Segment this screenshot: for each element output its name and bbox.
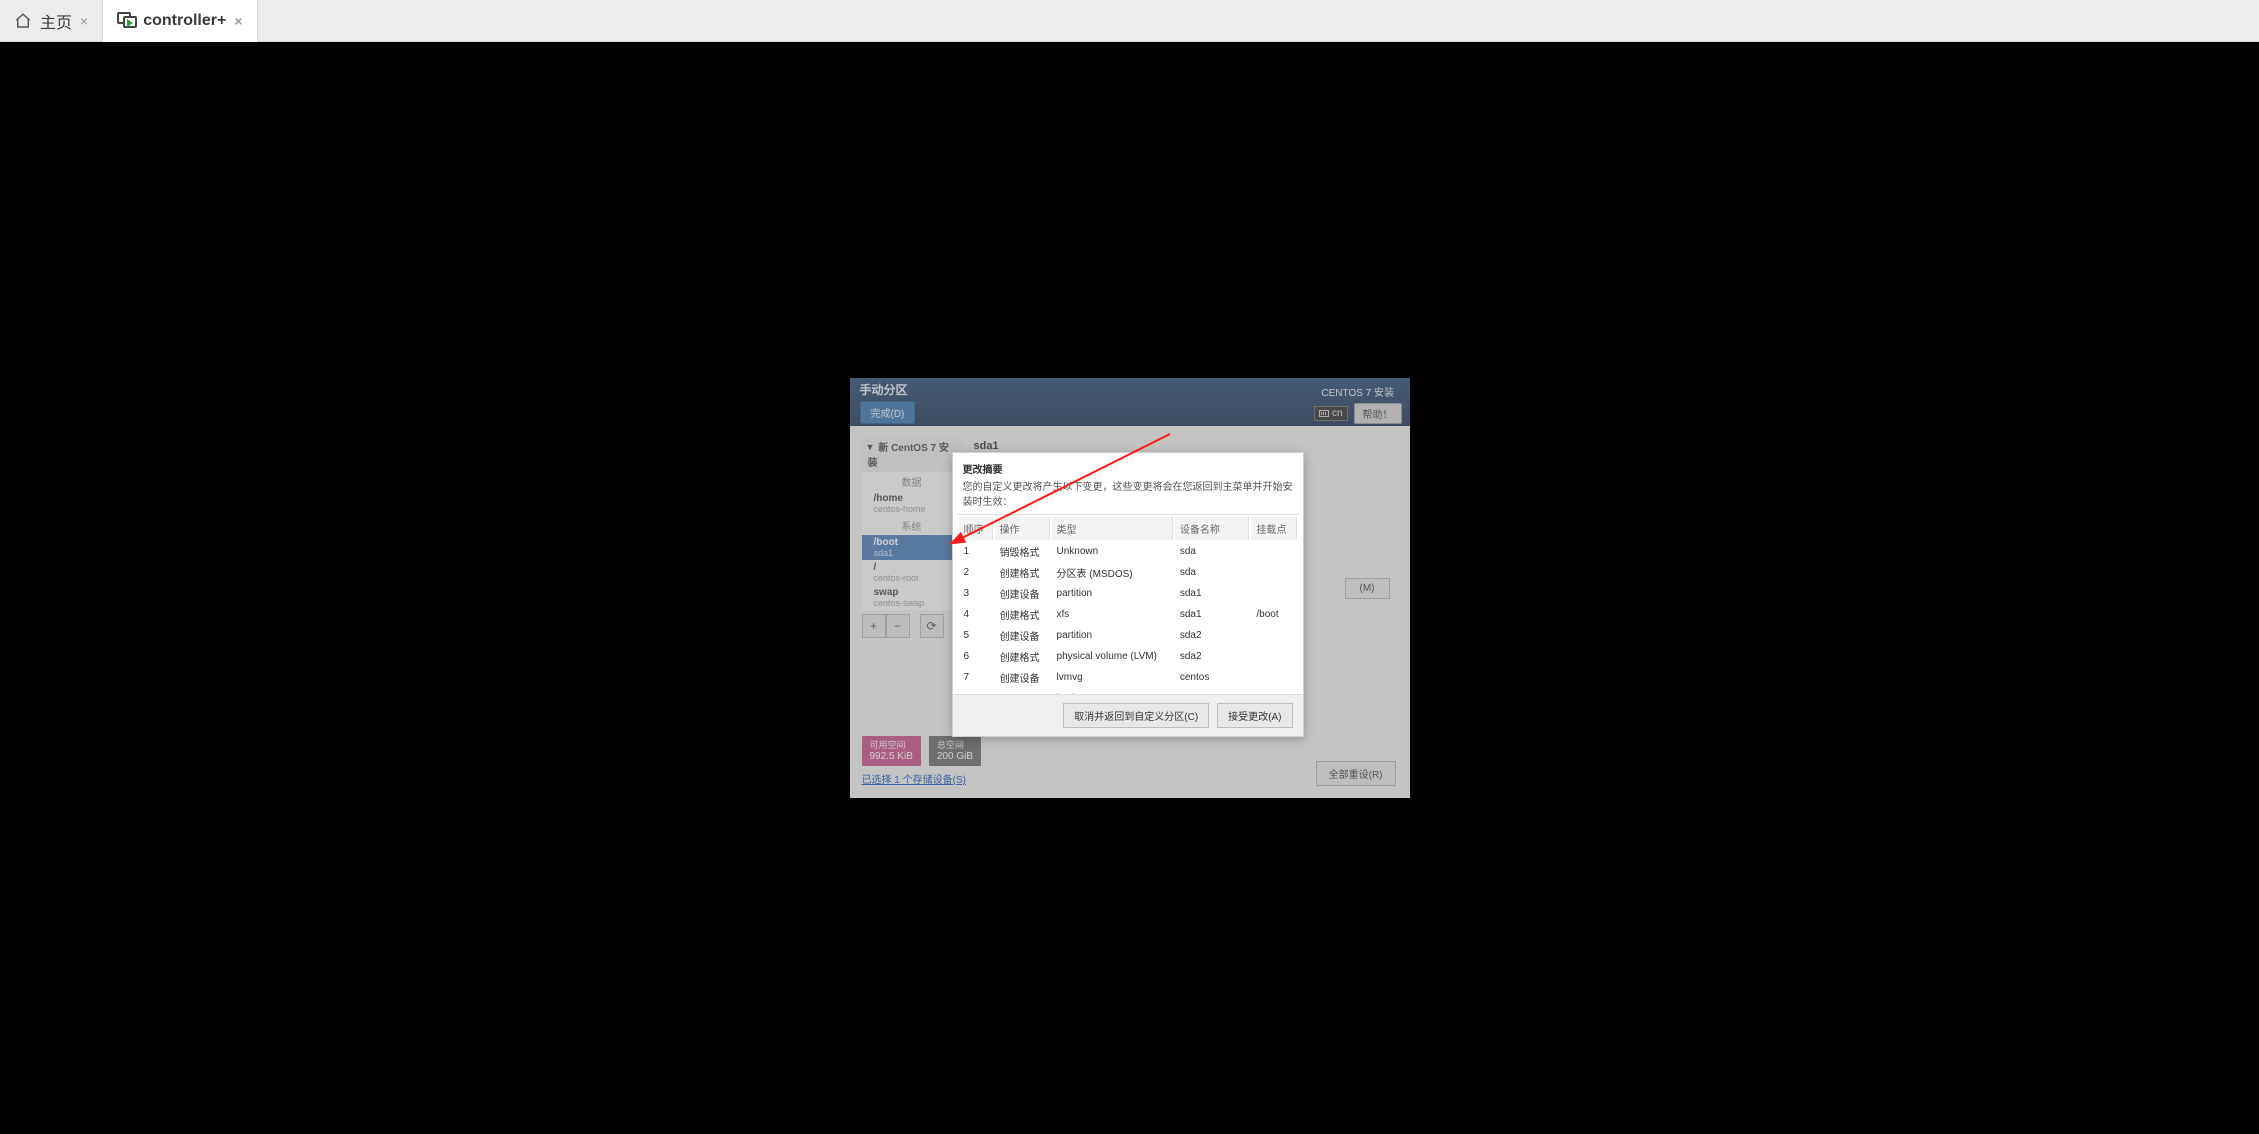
modal-subtitle: 您的自定义更改将产生以下变更，这些变更将会在您返回到主菜单并开始安装时生效： [953, 478, 1303, 514]
changes-summary-modal: 更改摘要 您的自定义更改将产生以下变更，这些变更将会在您返回到主菜单并开始安装时… [952, 452, 1304, 737]
cell-order: 5 [959, 626, 993, 645]
cell-device: sda1 [1175, 605, 1250, 624]
cell-type: physical volume (LVM) [1052, 647, 1173, 666]
cell-device: sda1 [1175, 584, 1250, 603]
cell-op: 创建设备 [995, 668, 1050, 687]
cell-type: partition [1052, 584, 1173, 603]
col-order[interactable]: 顺序 [959, 517, 993, 540]
cell-order: 2 [959, 563, 993, 582]
cell-order: 1 [959, 542, 993, 561]
cell-mount: /boot [1251, 605, 1296, 624]
cell-order: 6 [959, 647, 993, 666]
vm-screen: 手动分区 完成(D) CENTOS 7 安装 cn 帮助！ [850, 378, 1410, 798]
table-row[interactable]: 1销毁格式Unknownsda [959, 542, 1297, 561]
table-row[interactable]: 5创建设备partitionsda2 [959, 626, 1297, 645]
cancel-button[interactable]: 取消并返回到自定义分区(C) [1063, 703, 1209, 728]
tab-controller-label: controller+ [143, 12, 226, 30]
cell-op: 创建设备 [995, 626, 1050, 645]
modal-table-scroll[interactable]: 顺序 操作 类型 设备名称 挂载点 1销毁格式Unknownsda2创建格式分区… [953, 514, 1303, 694]
accept-button[interactable]: 接受更改(A) [1217, 703, 1292, 728]
cell-type: partition [1052, 626, 1173, 645]
vm-icon [117, 12, 135, 30]
browser-tabbar: 主页 × controller+ × [0, 0, 2259, 42]
table-row[interactable]: 2创建格式分区表 (MSDOS)sda [959, 563, 1297, 582]
cell-device: sda2 [1175, 626, 1250, 645]
cell-order: 4 [959, 605, 993, 624]
cell-type: Unknown [1052, 542, 1173, 561]
cell-op: 创建格式 [995, 647, 1050, 666]
cell-type: lvmvg [1052, 668, 1173, 687]
cell-op: 创建格式 [995, 563, 1050, 582]
col-mount[interactable]: 挂载点 [1251, 517, 1296, 540]
col-op[interactable]: 操作 [995, 517, 1050, 540]
cell-order: 3 [959, 584, 993, 603]
tab-home-label: 主页 [40, 9, 72, 33]
cell-mount [1251, 584, 1296, 603]
close-icon[interactable]: × [234, 13, 242, 29]
cell-mount [1251, 647, 1296, 666]
tab-home[interactable]: 主页 × [0, 0, 103, 42]
table-row[interactable]: 3创建设备partitionsda1 [959, 584, 1297, 603]
modal-title: 更改摘要 [953, 453, 1303, 478]
cell-device: sda2 [1175, 647, 1250, 666]
cell-order: 7 [959, 668, 993, 687]
table-row[interactable]: 4创建格式xfssda1/boot [959, 605, 1297, 624]
table-row[interactable]: 6创建格式physical volume (LVM)sda2 [959, 647, 1297, 666]
cell-device: sda [1175, 542, 1250, 561]
modal-actions: 取消并返回到自定义分区(C) 接受更改(A) [953, 694, 1303, 736]
changes-table: 顺序 操作 类型 设备名称 挂载点 1销毁格式Unknownsda2创建格式分区… [957, 514, 1299, 694]
cell-mount [1251, 542, 1296, 561]
cell-op: 创建格式 [995, 605, 1050, 624]
cell-device: sda [1175, 563, 1250, 582]
close-icon[interactable]: × [80, 13, 88, 29]
cell-device: centos [1175, 668, 1250, 687]
table-row[interactable]: 7创建设备lvmvgcentos [959, 668, 1297, 687]
cell-op: 创建设备 [995, 584, 1050, 603]
cell-op: 销毁格式 [995, 542, 1050, 561]
cell-mount [1251, 626, 1296, 645]
cell-type: xfs [1052, 605, 1173, 624]
home-icon [14, 12, 32, 30]
cell-type: 分区表 (MSDOS) [1052, 563, 1173, 582]
tab-controller[interactable]: controller+ × [103, 0, 257, 42]
col-type[interactable]: 类型 [1052, 517, 1173, 540]
cell-mount [1251, 563, 1296, 582]
vm-viewport: 手动分区 完成(D) CENTOS 7 安装 cn 帮助！ [0, 42, 2259, 1134]
cell-mount [1251, 668, 1296, 687]
col-device[interactable]: 设备名称 [1175, 517, 1250, 540]
